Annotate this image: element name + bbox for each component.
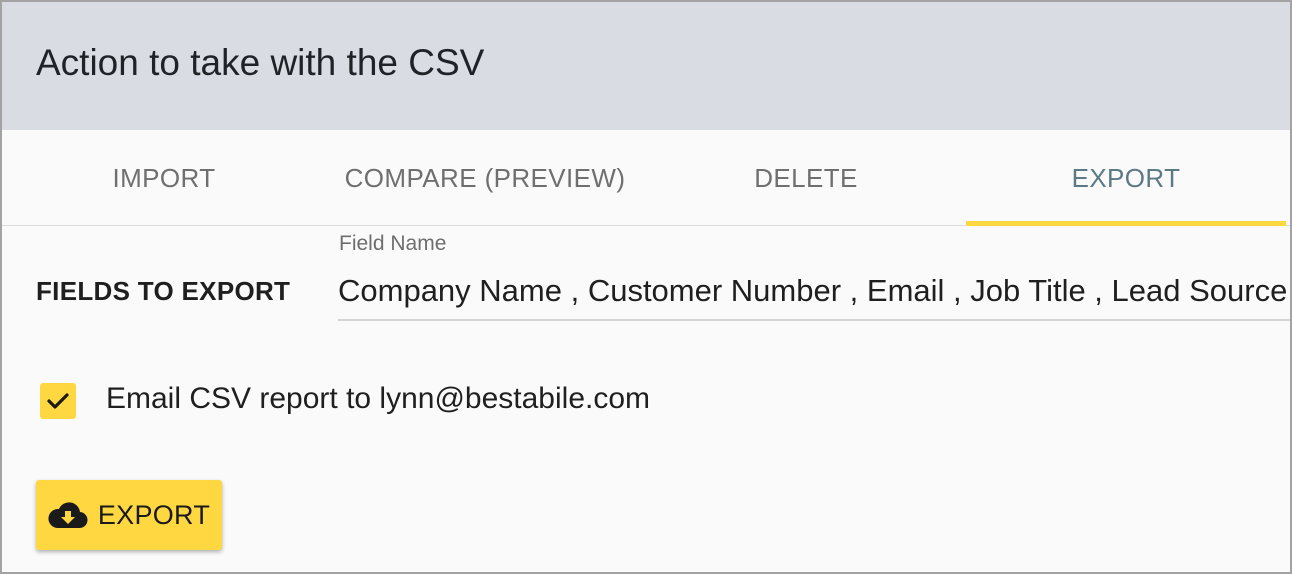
csv-action-panel: Action to take with the CSV IMPORT COMPA…: [0, 0, 1292, 574]
tab-compare-preview[interactable]: COMPARE (PREVIEW): [332, 130, 638, 226]
tab-import[interactable]: IMPORT: [62, 130, 266, 226]
fields-to-export-label: FIELDS TO EXPORT: [36, 276, 291, 306]
active-tab-indicator: [966, 221, 1286, 226]
tab-export[interactable]: EXPORT: [966, 130, 1286, 226]
checkmark-icon: [47, 393, 69, 409]
panel-title: Action to take with the CSV: [36, 42, 485, 83]
export-button[interactable]: EXPORT: [36, 480, 222, 550]
export-button-label: EXPORT: [97, 499, 211, 530]
cloud-download-icon: [48, 500, 88, 530]
panel-header: Action to take with the CSV: [2, 2, 1290, 130]
email-report-checkbox[interactable]: [40, 383, 76, 419]
email-report-label: Email CSV report to lynn@bestabile.com: [106, 382, 651, 415]
action-tabs: IMPORT COMPARE (PREVIEW) DELETE EXPORT: [2, 130, 1290, 226]
fields-select-input[interactable]: Company Name , Customer Number , Email ,…: [338, 273, 1290, 321]
tab-delete[interactable]: DELETE: [712, 130, 900, 226]
field-name-caption: Field Name: [339, 232, 447, 255]
